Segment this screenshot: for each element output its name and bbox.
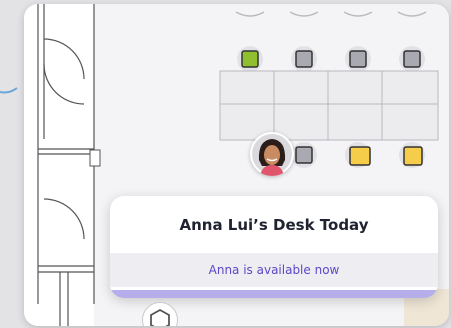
person-avatar-icon — [252, 134, 292, 176]
door-frame — [89, 149, 101, 167]
availability-status[interactable]: Anna is available now — [110, 253, 438, 287]
desk-seat[interactable] — [349, 50, 367, 68]
anna-avatar[interactable] — [250, 132, 294, 176]
left-corridor — [24, 4, 94, 326]
popup-title: Anna Lui’s Desk Today — [179, 216, 369, 234]
desk-table-grid — [219, 70, 439, 141]
navigation-icon[interactable] — [142, 302, 178, 326]
top-chairs — [235, 11, 427, 17]
desk-row-top — [237, 46, 425, 72]
desk-seat-booked[interactable] — [241, 50, 259, 68]
desk-row-bottom — [291, 142, 425, 168]
popup-accent-bar — [110, 290, 438, 298]
hexagon-icon — [150, 308, 170, 326]
desk-popup[interactable]: Anna Lui’s Desk Today Anna is available … — [110, 196, 438, 298]
desk-seat-available[interactable] — [349, 146, 371, 166]
desk-seat[interactable] — [403, 50, 421, 68]
desk-seat[interactable] — [295, 146, 313, 164]
desk-seat-available[interactable] — [403, 146, 423, 166]
floor-plan-card: Anna Lui’s Desk Today Anna is available … — [24, 4, 449, 326]
connector-arrow-icon — [0, 87, 18, 94]
desk-seat[interactable] — [295, 50, 313, 68]
